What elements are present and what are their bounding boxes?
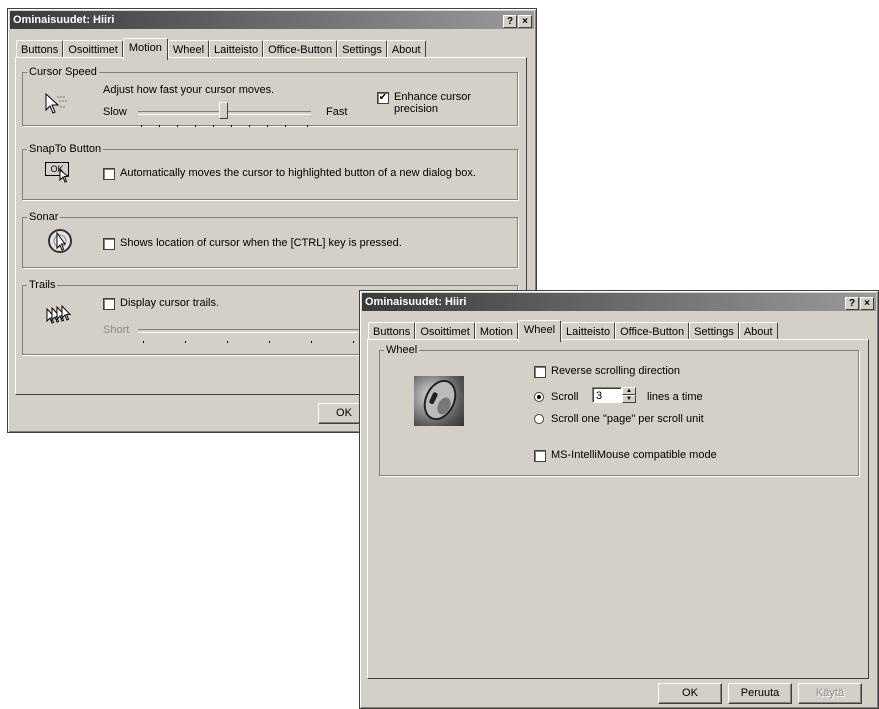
cursor-speed-icon xyxy=(45,92,67,114)
snapto-group: SnapTo Button OK Automatically moves the… xyxy=(22,143,518,200)
tick xyxy=(311,341,312,343)
scroll-lines-input[interactable]: 3 xyxy=(592,387,622,403)
cursor-arrow-icon xyxy=(59,169,70,183)
window-title: Ominaisuudet: Hiiri xyxy=(365,296,467,308)
scroll-lines-radio[interactable] xyxy=(534,392,544,402)
title-bar[interactable]: Ominaisuudet: Hiiri ? × xyxy=(362,293,876,311)
wheel-group: Wheel Reverse scrolling direction Scroll… xyxy=(379,344,859,476)
tick xyxy=(269,341,270,343)
lines-a-time-label: lines a time xyxy=(647,391,703,403)
mouse-icon xyxy=(423,379,457,421)
trails-label: Display cursor trails. xyxy=(120,297,220,309)
sonar-title: Sonar xyxy=(29,211,59,223)
mouse-properties-window-wheel: Ominaisuudet: Hiiri ? × Buttons Osoittim… xyxy=(359,290,879,709)
wheel-title: Wheel xyxy=(386,344,418,356)
tab-strip: Buttons Osoittimet Motion Wheel Laitteis… xyxy=(16,37,426,60)
tick xyxy=(213,125,214,127)
snapto-checkbox[interactable] xyxy=(103,168,115,180)
tick xyxy=(195,125,196,127)
tab-strip: Buttons Osoittimet Motion Wheel Laitteis… xyxy=(368,319,778,342)
intellimouse-checkbox[interactable] xyxy=(534,450,546,462)
tick xyxy=(231,125,232,127)
tick xyxy=(141,125,142,127)
slow-label: Slow xyxy=(103,106,127,118)
cursor-speed-description: Adjust how fast your cursor moves. xyxy=(103,84,275,96)
tick xyxy=(267,125,268,127)
fast-label: Fast xyxy=(326,106,348,118)
snapto-label: Automatically moves the cursor to highli… xyxy=(120,167,476,179)
cursor-speed-group: Cursor Speed Adjust how fast your cursor… xyxy=(22,66,518,127)
tick xyxy=(185,341,186,343)
enhance-precision-line2: precision xyxy=(394,103,439,115)
enhance-precision-label: Enhance cursor precision xyxy=(394,91,471,115)
sonar-group: Sonar Shows location of cursor when the … xyxy=(22,211,518,268)
apply-button[interactable]: Käytä xyxy=(798,683,862,704)
snapto-title: SnapTo Button xyxy=(29,143,102,155)
tab-panel: Wheel Reverse scrolling direction Scroll… xyxy=(367,339,869,679)
trails-checkbox[interactable] xyxy=(103,298,115,310)
short-label: Short xyxy=(103,324,130,336)
scroll-page-radio[interactable] xyxy=(534,414,544,424)
tick xyxy=(285,125,286,127)
help-button[interactable]: ? xyxy=(845,297,859,310)
wheel-mouse-image xyxy=(414,376,464,426)
sonar-checkbox[interactable] xyxy=(103,238,115,250)
help-button[interactable]: ? xyxy=(503,15,517,28)
scroll-page-label: Scroll one "page" per scroll unit xyxy=(551,413,704,425)
enhance-precision-checkbox[interactable]: ✔ xyxy=(377,92,389,104)
title-bar[interactable]: Ominaisuudet: Hiiri ? × xyxy=(10,11,534,29)
tick xyxy=(249,125,250,127)
sonar-icon xyxy=(48,229,72,253)
close-button[interactable]: × xyxy=(518,15,532,28)
enhance-precision-line1: Enhance cursor xyxy=(394,91,472,103)
cursor-trails-icon xyxy=(46,305,72,324)
sonar-label: Shows location of cursor when the [CTRL]… xyxy=(120,237,402,249)
reverse-scroll-checkbox[interactable] xyxy=(534,366,546,378)
tick xyxy=(143,341,144,343)
intellimouse-label: MS-IntelliMouse compatible mode xyxy=(551,449,717,461)
cancel-button[interactable]: Peruuta xyxy=(728,683,792,704)
tick xyxy=(353,341,354,343)
tick xyxy=(227,341,228,343)
close-button[interactable]: × xyxy=(860,297,874,310)
spin-down-arrow-icon[interactable]: ▼ xyxy=(622,395,636,403)
tick xyxy=(177,125,178,127)
cursor-speed-title: Cursor Speed xyxy=(29,66,97,78)
scroll-label: Scroll xyxy=(551,391,579,403)
spin-up-arrow-icon[interactable]: ▲ xyxy=(622,387,636,395)
trails-title: Trails xyxy=(29,279,56,291)
reverse-scroll-label: Reverse scrolling direction xyxy=(551,365,680,377)
tab-motion[interactable]: Motion xyxy=(122,38,168,60)
window-title: Ominaisuudet: Hiiri xyxy=(13,14,115,26)
trails-length-track xyxy=(138,329,368,333)
tick xyxy=(307,125,308,127)
cursor-speed-slider[interactable] xyxy=(219,102,228,119)
ok-button[interactable]: OK xyxy=(658,683,722,704)
scroll-lines-spinner[interactable]: ▲ ▼ xyxy=(622,387,636,403)
tick xyxy=(159,125,160,127)
tab-wheel[interactable]: Wheel xyxy=(517,320,562,342)
